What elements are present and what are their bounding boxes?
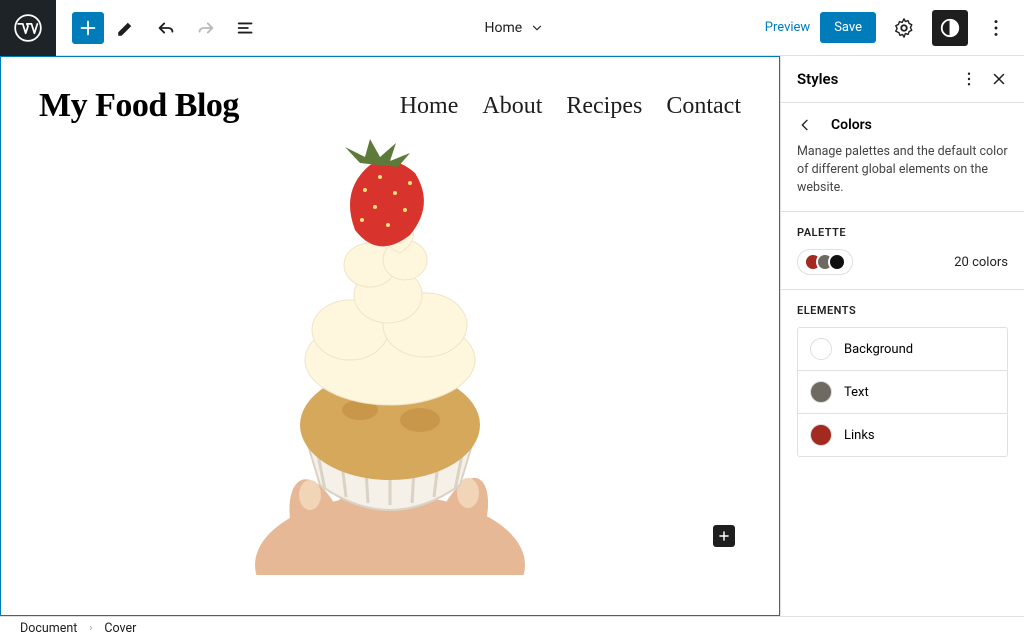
hero-image [210, 135, 570, 575]
nav-item-home[interactable]: Home [400, 93, 459, 120]
element-row-links[interactable]: Links [798, 413, 1007, 456]
main: My Food Blog Home About Recipes Contact [0, 56, 1024, 616]
site-nav: Home About Recipes Contact [400, 93, 741, 120]
chevron-left-icon[interactable] [797, 117, 813, 133]
elements-list: Background Text Links [797, 327, 1008, 457]
kebab-icon[interactable] [960, 70, 978, 88]
contrast-icon [939, 17, 961, 39]
chevron-down-icon [530, 21, 544, 35]
plus-icon [77, 17, 99, 39]
palette-swatch [828, 253, 846, 271]
add-block-button[interactable] [72, 12, 104, 44]
nav-item-recipes[interactable]: Recipes [566, 93, 642, 120]
sidebar-colors-section: Colors Manage palettes and the default c… [781, 103, 1024, 212]
cover-block[interactable] [1, 135, 779, 575]
color-swatch [810, 338, 832, 360]
more-button[interactable] [978, 10, 1014, 46]
pencil-icon [115, 17, 137, 39]
palette-section: PALETTE 20 colors [781, 212, 1024, 290]
toolbar-left [64, 10, 264, 46]
toolbar-right: Preview Save [765, 10, 1024, 46]
elements-section: ELEMENTS Background Text Links [781, 290, 1024, 471]
element-label: Links [844, 428, 875, 443]
element-row-background[interactable]: Background [798, 328, 1007, 370]
redo-icon [195, 17, 217, 39]
wordpress-logo[interactable] [0, 0, 56, 56]
nav-item-contact[interactable]: Contact [666, 93, 741, 120]
settings-button[interactable] [886, 10, 922, 46]
element-row-text[interactable]: Text [798, 370, 1007, 413]
palette-count: 20 colors [954, 255, 1008, 270]
nav-item-about[interactable]: About [482, 93, 542, 120]
close-icon[interactable] [990, 70, 1008, 88]
color-swatch [810, 424, 832, 446]
elements-label: ELEMENTS [797, 304, 1008, 317]
redo-button[interactable] [188, 10, 224, 46]
plus-icon [717, 529, 731, 543]
edit-button[interactable] [108, 10, 144, 46]
site-title[interactable]: My Food Blog [39, 87, 239, 125]
wordpress-icon [14, 14, 42, 42]
breadcrumb: Document › Cover [0, 616, 1024, 640]
save-button[interactable]: Save [820, 12, 876, 43]
sidebar-description: Manage palettes and the default color of… [797, 143, 1008, 197]
add-inner-block-button[interactable] [713, 525, 735, 547]
preview-button[interactable]: Preview [765, 20, 810, 35]
undo-icon [155, 17, 177, 39]
page-title: Home [485, 20, 523, 36]
site-header: My Food Blog Home About Recipes Contact [1, 57, 779, 135]
palette-label: PALETTE [797, 226, 1008, 239]
color-swatch [810, 381, 832, 403]
top-toolbar: Home Preview Save [0, 0, 1024, 56]
gear-icon [893, 17, 915, 39]
styles-button[interactable] [932, 10, 968, 46]
breadcrumb-item[interactable]: Document [20, 621, 77, 636]
element-label: Text [844, 385, 869, 400]
undo-button[interactable] [148, 10, 184, 46]
styles-sidebar: Styles Colors Manage palettes and the de… [780, 56, 1024, 616]
kebab-icon [985, 17, 1007, 39]
sidebar-section-title: Colors [831, 117, 872, 133]
list-view-button[interactable] [228, 10, 264, 46]
page-title-dropdown[interactable]: Home [264, 20, 765, 36]
palette-pill[interactable] [797, 249, 853, 275]
element-label: Background [844, 342, 913, 357]
list-icon [235, 17, 257, 39]
chevron-right-icon: › [89, 623, 92, 634]
sidebar-header: Styles [781, 56, 1024, 103]
breadcrumb-item[interactable]: Cover [104, 621, 136, 636]
editor-canvas[interactable]: My Food Blog Home About Recipes Contact [0, 56, 780, 616]
sidebar-title: Styles [797, 70, 838, 88]
